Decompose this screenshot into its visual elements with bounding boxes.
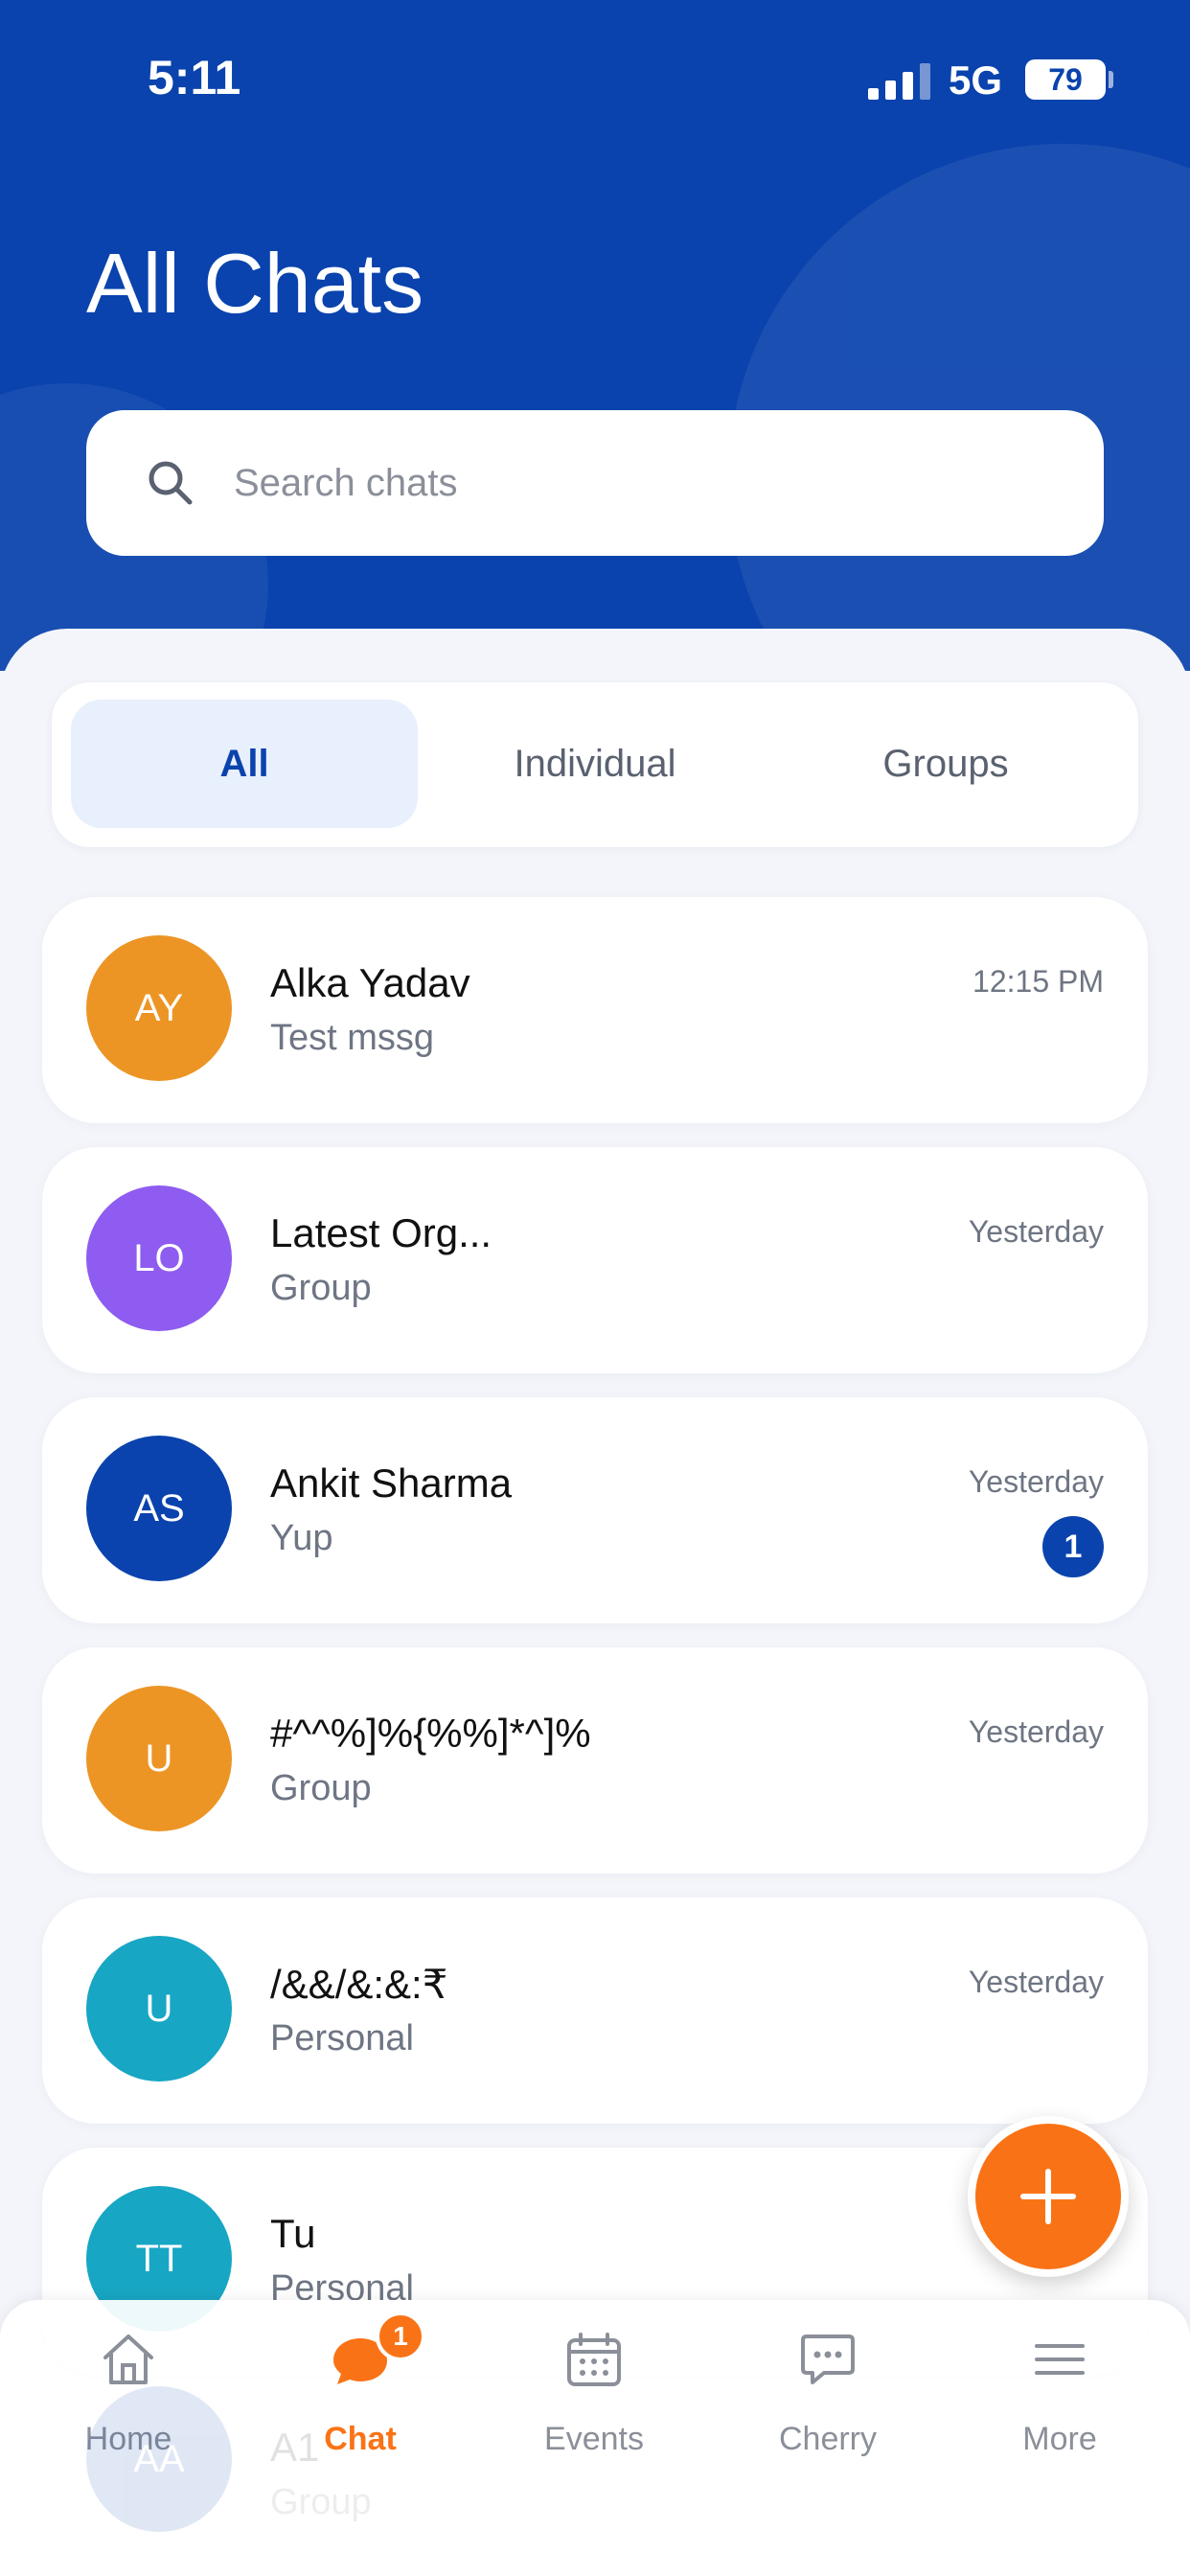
- chat-time: Yesterday: [968, 1214, 1104, 1249]
- new-chat-button[interactable]: [968, 2116, 1129, 2277]
- header-decoration: [728, 144, 1190, 671]
- chat-name: A1: [270, 2425, 320, 2470]
- chat-preview: Test mssg: [270, 1018, 435, 1058]
- search-input[interactable]: [234, 447, 1058, 519]
- battery-icon: 79: [1025, 59, 1106, 100]
- chat-name: Tu: [270, 2211, 316, 2256]
- chat-list-item[interactable]: U #^^%]%{%%]*^]% Group Yesterday: [42, 1647, 1148, 1874]
- chat-name: Ankit Sharma: [270, 1460, 513, 1506]
- chat-name: Alka Yadav: [270, 960, 470, 1005]
- chat-list-item[interactable]: LO Latest Org... Group Yesterday: [42, 1147, 1148, 1373]
- chat-name: #^^%]%{%%]*^]%: [270, 1711, 591, 1756]
- chat-name: Latest Org...: [270, 1210, 492, 1255]
- status-bar: 5:11 5G 79: [0, 0, 1190, 163]
- chat-name: /&&/&:&:₹: [270, 1962, 448, 2007]
- avatar: U: [86, 1686, 232, 1831]
- chat-preview: Personal: [270, 2018, 414, 2058]
- tab-groups[interactable]: Groups: [772, 700, 1119, 828]
- chat-time: 12:15 PM: [973, 964, 1104, 999]
- chat-preview: Group: [270, 2482, 372, 2522]
- avatar: U: [86, 1936, 232, 2082]
- filter-tabs: All Individual Groups: [52, 682, 1138, 847]
- search-bar[interactable]: [86, 410, 1104, 556]
- status-time: 5:11: [148, 51, 241, 104]
- chat-time: Yesterday: [968, 1714, 1104, 1749]
- battery-tip: [1109, 71, 1113, 88]
- network-label: 5G: [949, 58, 1003, 103]
- chat-preview: Group: [270, 1768, 372, 1808]
- avatar: AS: [86, 1436, 232, 1581]
- chat-list-item: AA A1 Group: [42, 2367, 1148, 2576]
- avatar: AA: [86, 2386, 232, 2532]
- chat-list-item[interactable]: AY Alka Yadav Test mssg 12:15 PM: [42, 897, 1148, 1123]
- tab-all[interactable]: All: [71, 700, 418, 828]
- avatar: LO: [86, 1185, 232, 1331]
- signal-icon: [868, 63, 931, 100]
- chat-list-item[interactable]: AS Ankit Sharma Yup Yesterday 1: [42, 1397, 1148, 1623]
- avatar: AY: [86, 935, 232, 1081]
- plus-icon: [1020, 2169, 1076, 2224]
- chat-list-item[interactable]: U /&&/&:&:₹ Personal Yesterday: [42, 1898, 1148, 2124]
- nav-badge: 1: [376, 2312, 425, 2361]
- page-title: All Chats: [86, 236, 424, 331]
- chat-time: Yesterday: [968, 1464, 1104, 1499]
- chat-preview: Yup: [270, 1518, 333, 1558]
- tab-individual[interactable]: Individual: [422, 700, 768, 828]
- chat-preview: Group: [270, 1268, 372, 1308]
- unread-badge: 1: [1042, 1516, 1104, 1577]
- search-icon: [149, 461, 193, 505]
- chat-time: Yesterday: [968, 1965, 1104, 1999]
